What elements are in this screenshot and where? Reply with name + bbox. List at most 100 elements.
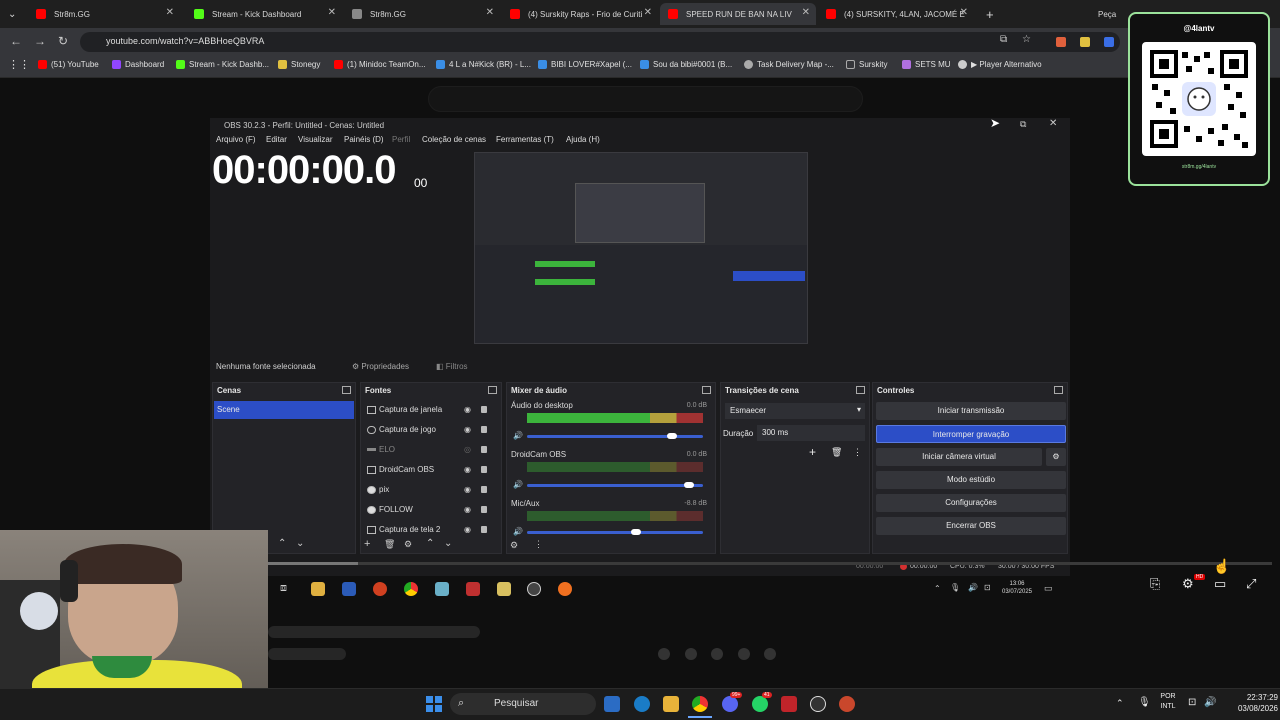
menu-item[interactable]: Arquivo (F) bbox=[216, 135, 256, 144]
close-tab-icon[interactable]: ✕ bbox=[166, 7, 174, 18]
menu-item[interactable]: Coleção de cenas bbox=[422, 135, 486, 144]
lock-icon[interactable] bbox=[481, 446, 487, 453]
dock-pin-icon[interactable] bbox=[488, 386, 497, 394]
lock-icon[interactable] bbox=[481, 466, 487, 473]
bookmark-item[interactable]: (51) YouTube bbox=[38, 60, 99, 69]
source-item[interactable]: pix bbox=[367, 485, 389, 494]
lock-icon[interactable] bbox=[481, 526, 487, 533]
source-up-icon[interactable]: ⌃ bbox=[426, 538, 434, 549]
tab-6[interactable]: (4) SURSKITY, 4LAN, JACOMÉ E ✕ bbox=[818, 3, 974, 25]
bookmark-item[interactable]: Task Delivery Map -... bbox=[744, 60, 834, 69]
volume-knob[interactable] bbox=[631, 529, 642, 535]
reload-icon[interactable]: ↻ bbox=[58, 34, 68, 48]
tab-1[interactable]: Str8m.GG ✕ bbox=[28, 3, 180, 25]
studio-mode-button[interactable]: Modo estúdio bbox=[876, 471, 1066, 489]
close-tab-icon[interactable]: ✕ bbox=[328, 7, 336, 18]
close-tab-icon[interactable]: ✕ bbox=[960, 7, 968, 18]
file-explorer-icon[interactable] bbox=[663, 696, 679, 712]
dock-pin-icon[interactable] bbox=[342, 386, 351, 394]
windows-start-icon[interactable] bbox=[426, 696, 442, 712]
bookmark-item[interactable]: (1) Minidoc TeamOn... bbox=[334, 60, 426, 69]
properties-button[interactable]: ⚙ Propriedades bbox=[352, 362, 409, 371]
microphone-icon[interactable]: 🎙 bbox=[1138, 697, 1151, 708]
scene-down-icon[interactable]: ⌄ bbox=[296, 538, 304, 549]
whatsapp-icon[interactable] bbox=[752, 696, 768, 712]
visibility-eye-icon[interactable]: ◉ bbox=[464, 505, 471, 514]
bookmark-folder[interactable]: Surskity bbox=[846, 60, 887, 69]
volume-knob[interactable] bbox=[684, 482, 695, 488]
source-item[interactable]: DroidCam OBS bbox=[367, 465, 434, 474]
obs-icon[interactable] bbox=[810, 696, 826, 712]
source-item[interactable]: Captura de tela 2 bbox=[367, 525, 440, 534]
add-source-icon[interactable]: + bbox=[364, 538, 370, 550]
duration-input[interactable]: 300 ms bbox=[757, 425, 865, 441]
tab-5-active[interactable]: SPEED RUN DE BAN NA LIV ✕ bbox=[660, 3, 816, 25]
fullscreen-icon[interactable]: ⤢ bbox=[1246, 576, 1256, 592]
system-clock[interactable]: 22:37:29 03/08/2026 bbox=[1222, 692, 1278, 714]
visibility-eye-icon[interactable]: ◉ bbox=[464, 485, 471, 494]
cast-icon[interactable]: ⧉ bbox=[1000, 34, 1007, 45]
language-indicator[interactable]: POR INTL bbox=[1156, 692, 1180, 712]
tab-3[interactable]: Str8m.GG ✕ bbox=[344, 3, 500, 25]
virtual-camera-settings-icon[interactable]: ⚙ bbox=[1046, 448, 1066, 466]
apps-grid-icon[interactable]: ⋮⋮ bbox=[8, 58, 30, 71]
forward-icon[interactable]: → bbox=[34, 34, 46, 48]
source-item[interactable]: ELO bbox=[367, 445, 395, 454]
menu-item[interactable]: Ajuda (H) bbox=[566, 135, 600, 144]
bookmark-item[interactable]: Stream - Kick Dashb... bbox=[176, 60, 269, 69]
volume-knob[interactable] bbox=[666, 433, 677, 439]
extension-icon[interactable] bbox=[1104, 37, 1114, 47]
visibility-eye-icon[interactable]: ◉ bbox=[464, 405, 471, 414]
lock-icon[interactable] bbox=[481, 506, 487, 513]
app-icon[interactable] bbox=[839, 696, 855, 712]
source-item[interactable]: FOLLOW bbox=[367, 505, 413, 514]
tab-peca[interactable]: Peça bbox=[1090, 3, 1130, 25]
dock-pin-icon[interactable] bbox=[702, 386, 711, 394]
source-down-icon[interactable]: ⌄ bbox=[444, 538, 452, 549]
transition-select[interactable]: Esmaecer ▾ bbox=[725, 403, 865, 419]
microsoft-store-icon[interactable] bbox=[604, 696, 620, 712]
chrome-icon[interactable] bbox=[692, 696, 708, 712]
mixer-settings-icon[interactable]: ⚙ bbox=[510, 540, 518, 551]
bookmark-item[interactable]: Stonegy bbox=[278, 60, 320, 69]
extension-icon[interactable] bbox=[1056, 37, 1066, 47]
remove-source-icon[interactable]: 🗑 bbox=[384, 539, 395, 550]
speaker-icon[interactable]: 🔊 bbox=[513, 480, 523, 489]
speaker-icon[interactable]: 🔊 bbox=[513, 431, 523, 440]
bookmark-item[interactable]: 4 L a N#Kick (BR) - L... bbox=[436, 60, 531, 69]
start-virtual-camera-button[interactable]: Iniciar câmera virtual bbox=[876, 448, 1042, 466]
tab-4[interactable]: (4) Surskity Raps - Frio de Curiti ✕ bbox=[502, 3, 658, 25]
extension-icon[interactable] bbox=[1080, 37, 1090, 47]
taskbar-search-box[interactable]: ⌕ Pesquisar bbox=[450, 693, 596, 715]
tab-2[interactable]: Stream - Kick Dashboard ✕ bbox=[186, 3, 342, 25]
source-item[interactable]: Captura de jogo bbox=[367, 425, 436, 434]
menu-item[interactable]: Painéis (D) bbox=[344, 135, 384, 144]
new-tab-button[interactable]: + bbox=[978, 3, 998, 25]
mixer-menu-icon[interactable]: ⋮ bbox=[534, 539, 543, 550]
video-progress-bar[interactable] bbox=[268, 562, 1272, 565]
menu-item[interactable]: Perfil bbox=[392, 135, 410, 144]
app-icon[interactable] bbox=[781, 696, 797, 712]
exit-obs-button[interactable]: Encerrar OBS bbox=[876, 517, 1066, 535]
discord-icon[interactable] bbox=[722, 696, 738, 712]
speaker-icon[interactable]: 🔊 bbox=[513, 527, 523, 536]
remove-transition-icon[interactable]: 🗑 bbox=[831, 447, 842, 458]
add-transition-icon[interactable]: + bbox=[809, 445, 816, 459]
close-tab-icon[interactable]: ✕ bbox=[644, 7, 652, 18]
network-icon[interactable]: ⊡ bbox=[1188, 697, 1196, 708]
close-tab-icon[interactable]: ✕ bbox=[486, 7, 494, 18]
outlook-icon[interactable] bbox=[634, 696, 650, 712]
bookmark-item[interactable]: SETS MU bbox=[902, 60, 951, 69]
obs-restore-icon[interactable]: ⧉ bbox=[1020, 119, 1026, 130]
close-tab-icon[interactable]: ✕ bbox=[802, 7, 810, 18]
tab-search-chevron-icon[interactable]: ⌄ bbox=[0, 3, 22, 25]
menu-item[interactable]: Editar bbox=[266, 135, 287, 144]
transition-menu-icon[interactable]: ⋮ bbox=[853, 447, 862, 458]
tray-chevron-icon[interactable]: ⌃ bbox=[1116, 698, 1124, 709]
theater-mode-icon[interactable]: ▭ bbox=[1214, 576, 1226, 592]
stop-recording-button[interactable]: Interromper gravação bbox=[876, 425, 1066, 443]
dock-pin-icon[interactable] bbox=[856, 386, 865, 394]
start-streaming-button[interactable]: Iniciar transmissão bbox=[876, 402, 1066, 420]
filters-button[interactable]: ◧ Filtros bbox=[436, 362, 468, 371]
address-bar[interactable]: youtube.com/watch?v=ABBHoeQBVRA bbox=[80, 32, 1120, 52]
